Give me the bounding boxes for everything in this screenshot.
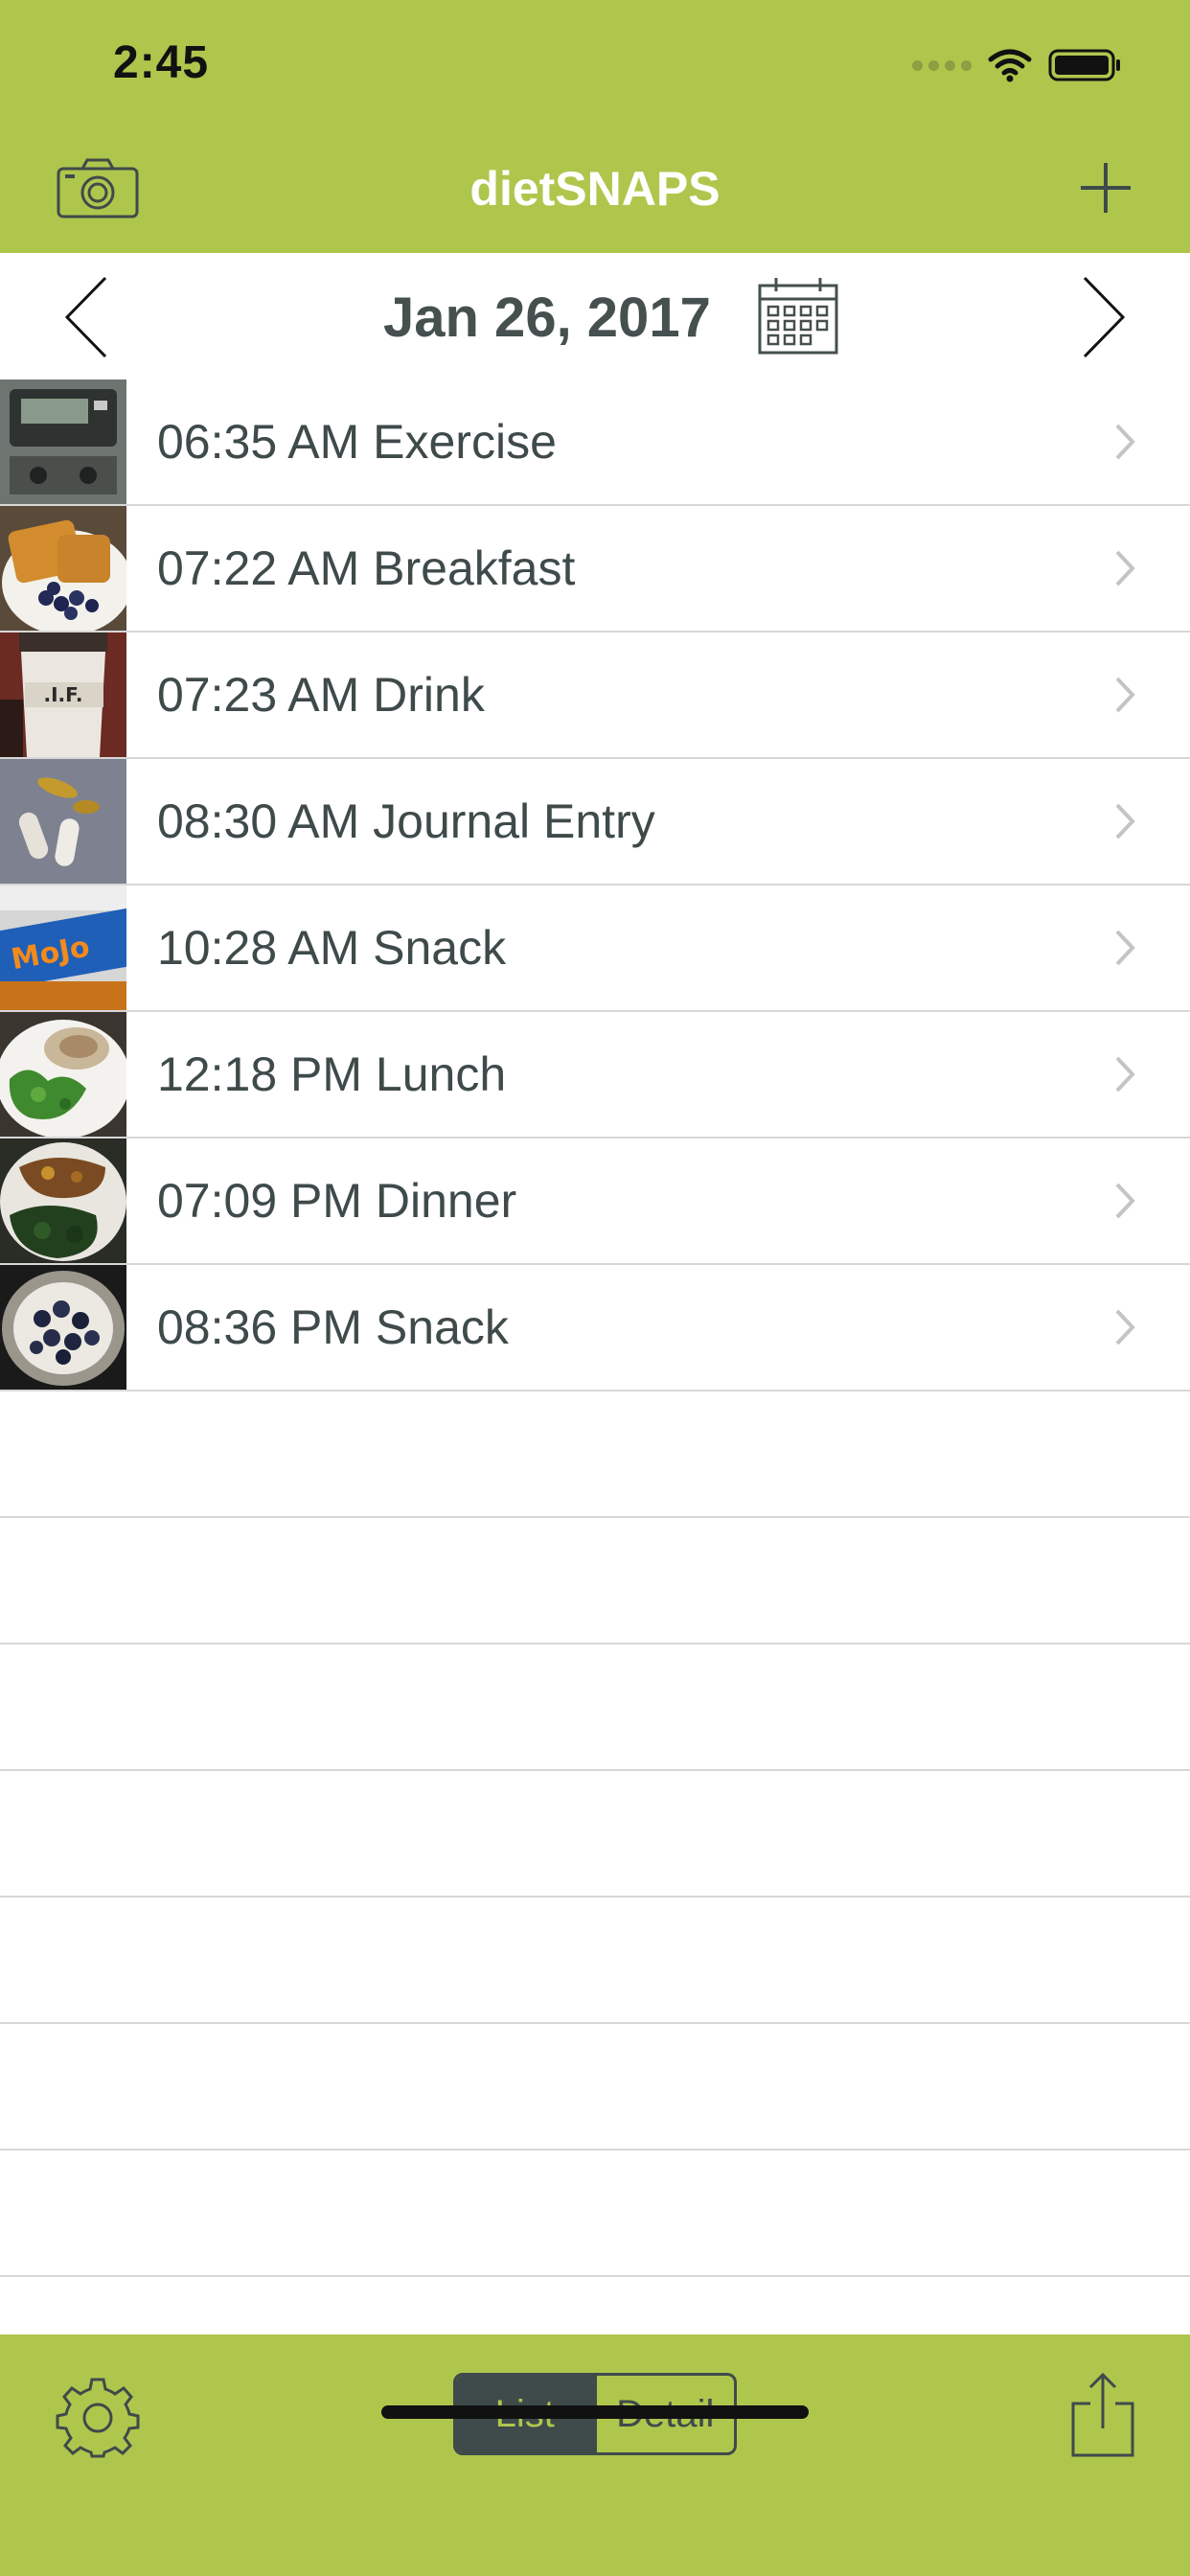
chevron-right-icon[interactable] [1073,274,1131,360]
bread-and-blueberries-photo [0,506,126,631]
empty-row [0,2150,1190,2277]
list-item[interactable]: .I.F. 07:23 AM Drink [0,632,1190,759]
chevron-right-icon [1115,1183,1135,1219]
empty-row [0,1392,1190,1518]
coffee-cup-photo: .I.F. [0,632,126,757]
calendar-icon[interactable] [757,276,839,356]
svg-text:.I.F.: .I.F. [44,683,83,706]
salad-wrap-photo [0,1012,126,1137]
entry-label: 07:23 AM Drink [157,668,485,722]
empty-row [0,1518,1190,1644]
empty-row [0,2024,1190,2150]
entry-label: 07:22 AM Breakfast [157,541,576,595]
list-item[interactable]: 12:18 PM Lunch [0,1012,1190,1138]
chevron-left-icon[interactable] [59,274,117,360]
chevron-right-icon [1115,677,1135,713]
top-header: 2:45 dietSNAPS [0,0,1190,253]
entry-label: 10:28 AM Snack [157,921,507,975]
blueberry-bowl-photo [0,1265,126,1390]
list-item[interactable]: 06:35 AM Exercise [0,380,1190,506]
empty-row [0,1771,1190,1898]
app-title: dietSNAPS [469,162,721,216]
entry-label: 07:09 PM Dinner [157,1174,517,1228]
list-item[interactable]: 08:30 AM Journal Entry [0,759,1190,886]
gear-icon[interactable] [56,2374,140,2458]
empty-row [0,1644,1190,1771]
chevron-right-icon [1115,803,1135,840]
bottom-toolbar: List Detail [0,2334,1190,2576]
supplement-pills-photo [0,759,126,884]
chevron-right-icon [1115,1056,1135,1092]
empty-row [0,1898,1190,2024]
snack-bar-photo: MoJo [0,886,126,1010]
signal-dots-icon [912,59,972,71]
share-icon[interactable] [1069,2371,1136,2459]
date-navigation-bar: Jan 26, 2017 [0,253,1190,380]
exercise-machine-photo [0,380,126,504]
entry-label: 08:30 AM Journal Entry [157,794,655,848]
list-item[interactable]: 07:22 AM Breakfast [0,506,1190,632]
entry-label: 08:36 PM Snack [157,1300,509,1354]
list-item[interactable]: 08:36 PM Snack [0,1265,1190,1392]
entry-label: 12:18 PM Lunch [157,1047,507,1101]
plus-icon[interactable] [1077,159,1134,217]
list-item[interactable]: MoJo 10:28 AM Snack [0,886,1190,1012]
entry-label: 06:35 AM Exercise [157,415,557,469]
chevron-right-icon [1115,1309,1135,1346]
battery-icon [1048,49,1120,81]
home-indicator [381,2405,809,2419]
wifi-icon [988,49,1032,82]
chevron-right-icon [1115,550,1135,586]
dinner-plate-photo [0,1138,126,1263]
current-date: Jan 26, 2017 [383,287,711,349]
list-item[interactable]: 07:09 PM Dinner [0,1138,1190,1265]
status-icons [912,46,1123,84]
status-time: 2:45 [113,37,210,88]
chevron-right-icon [1115,424,1135,460]
chevron-right-icon [1115,930,1135,966]
entry-list: 06:35 AM Exercise 07:22 AM Breakfast .I.… [0,380,1190,2277]
